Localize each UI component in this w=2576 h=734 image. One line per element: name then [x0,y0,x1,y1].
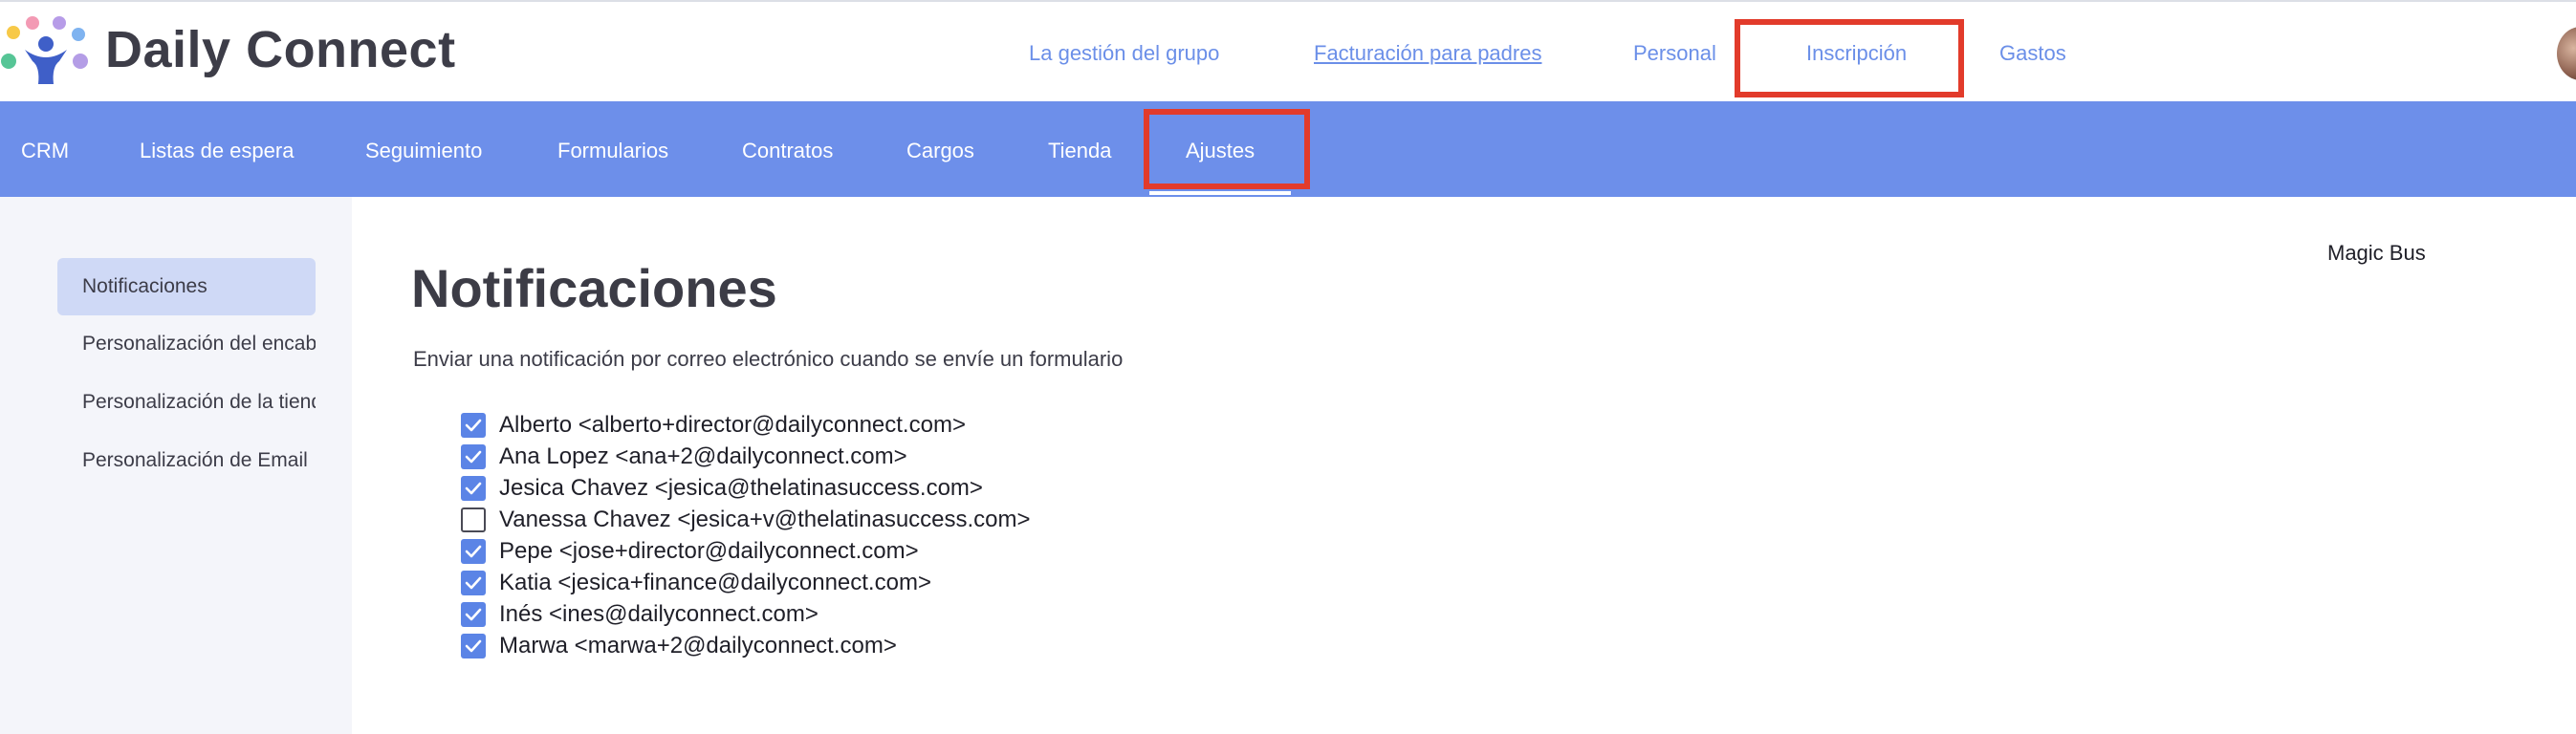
recipient-label: Ana Lopez <ana+2@dailyconnect.com> [499,443,907,469]
top-nav-staff[interactable]: Personal [1633,40,1716,67]
recipient-checkbox[interactable] [461,571,486,595]
sub-nav-tracking[interactable]: Seguimiento [365,138,482,164]
sub-nav-settings[interactable]: Ajustes [1186,138,1255,164]
check-icon [465,482,482,495]
sub-nav-contracts[interactable]: Contratos [742,138,833,164]
recipient-label: Alberto <alberto+director@dailyconnect.c… [499,412,966,438]
brand-name: Daily Connect [105,21,456,78]
recipient-checkbox[interactable] [461,634,486,658]
sidebar-item-store-customization[interactable]: Personalización de la tienda [57,374,316,431]
sub-nav-crm[interactable]: CRM [21,138,69,164]
top-bar: Daily Connect La gestión del grupo Factu… [0,0,2576,101]
settings-sidebar: Notificaciones Personalización del encab… [0,197,352,734]
check-icon [465,576,482,590]
user-avatar[interactable] [2557,27,2576,80]
sub-nav-charges[interactable]: Cargos [906,138,974,164]
top-nav-enrollment[interactable]: Inscripción [1806,40,1907,67]
recipient-label: Inés <ines@dailyconnect.com> [499,601,819,627]
page-title: Notificaciones [411,258,777,318]
recipient-label: Katia <jesica+finance@dailyconnect.com> [499,570,931,595]
sidebar-item-header-customization[interactable]: Personalización del encabezado [57,315,316,373]
top-nav-group-management[interactable]: La gestión del grupo [1029,40,1219,67]
school-select[interactable]: Magic Bus [2312,226,2576,279]
top-nav-parent-billing[interactable]: Facturación para padres [1314,40,1541,67]
recipient-checkbox[interactable] [461,413,486,438]
check-icon [465,419,482,432]
recipient-checkbox[interactable] [461,444,486,469]
recipient-checkbox[interactable] [461,539,486,564]
sub-nav-forms[interactable]: Formularios [557,138,668,164]
sidebar-item-notifications[interactable]: Notificaciones [57,258,316,315]
active-tab-indicator [1149,191,1291,195]
recipient-label: Jesica Chavez <jesica@thelatinasuccess.c… [499,475,983,501]
check-icon [465,450,482,464]
recipient-label: Pepe <jose+director@dailyconnect.com> [499,538,919,564]
top-nav-expenses[interactable]: Gastos [1999,40,2066,67]
recipient-checkbox[interactable] [461,507,486,532]
sub-nav-store[interactable]: Tienda [1048,138,1111,164]
page-subtitle: Enviar una notificación por correo elect… [413,347,1124,371]
daily-connect-logo-icon[interactable] [0,15,92,88]
check-icon [465,608,482,621]
sub-nav-waitlists[interactable]: Listas de espera [140,138,294,164]
check-icon [465,639,482,653]
recipient-label: Vanessa Chavez <jesica+v@thelatinasucces… [499,507,1031,532]
sidebar-item-email-customization[interactable]: Personalización de Email [57,432,316,489]
sub-nav: CRM Listas de espera Seguimiento Formula… [0,101,2576,279]
check-icon [465,545,482,558]
recipient-checkbox[interactable] [461,602,486,627]
recipient-checkbox[interactable] [461,476,486,501]
recipient-label: Marwa <marwa+2@dailyconnect.com> [499,633,897,658]
